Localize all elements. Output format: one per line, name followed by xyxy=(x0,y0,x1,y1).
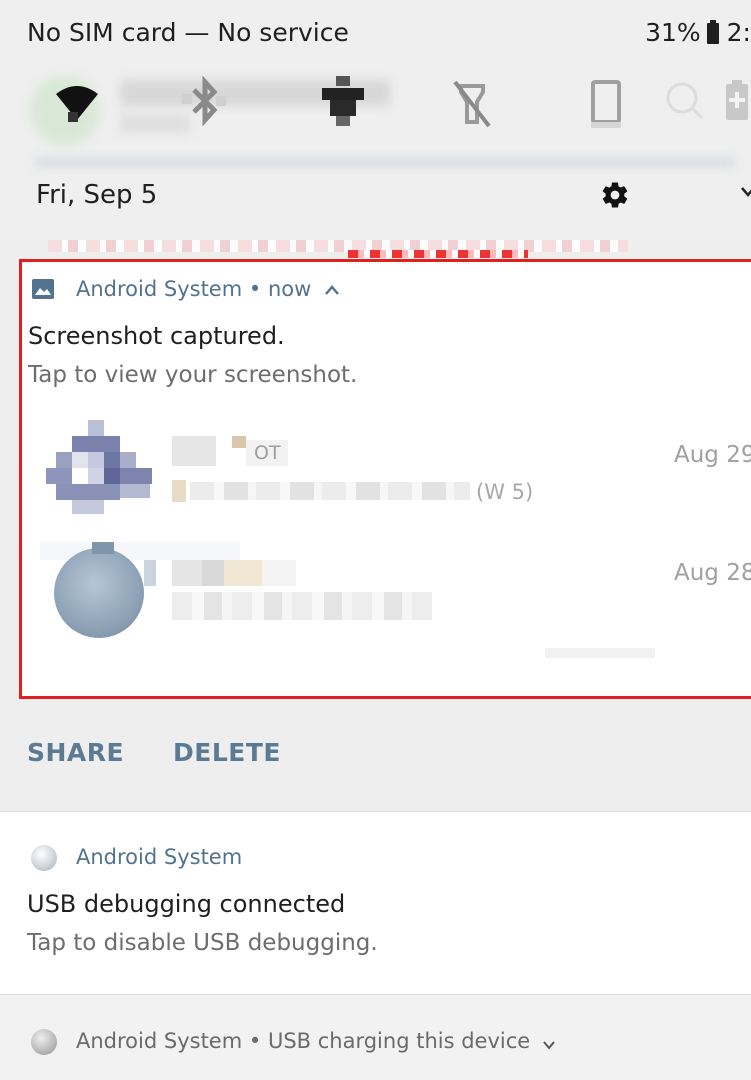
header-separator: • xyxy=(248,277,262,301)
usb-charging-separator: • xyxy=(248,1029,262,1053)
bluetooth-icon xyxy=(182,75,226,127)
chevron-up-icon xyxy=(325,285,339,295)
status-clock: 2: xyxy=(726,18,751,47)
usb-debugging-text: Tap to disable USB debugging. xyxy=(27,930,378,956)
screenshot-preview[interactable]: OT (W 5) Aug 29 Aug 28 xyxy=(40,410,751,680)
obscured-content xyxy=(25,70,745,170)
notification-time: now xyxy=(267,277,312,301)
notification-text: Tap to view your screenshot. xyxy=(28,362,358,388)
date-label: Fri, Sep 5 xyxy=(36,180,158,210)
notification-header: Android System • now xyxy=(76,277,311,301)
battery-saver-tile[interactable] xyxy=(718,72,751,132)
obscured-content-strip xyxy=(48,236,628,260)
wifi-tile[interactable] xyxy=(52,72,102,132)
android-system-icon xyxy=(31,845,57,871)
bluetooth-tile[interactable] xyxy=(180,72,230,132)
usb-debugging-app-name: Android System xyxy=(76,845,243,869)
battery-icon xyxy=(706,20,719,44)
search-icon xyxy=(666,82,704,120)
flashlight-tile[interactable] xyxy=(447,72,497,132)
auto-rotate-icon xyxy=(591,80,621,128)
delete-button[interactable]: DELETE xyxy=(173,738,281,767)
flashlight-icon xyxy=(453,80,491,128)
usb-debugging-title: USB debugging connected xyxy=(27,890,346,918)
dnd-icon xyxy=(322,76,364,126)
status-bar-carrier: No SIM card — No service xyxy=(27,18,349,47)
preview-row-1-tag: OT xyxy=(254,442,281,464)
preview-row-1-snippet: (W 5) xyxy=(476,480,534,504)
wifi-icon xyxy=(56,86,98,122)
gear-icon xyxy=(602,182,628,208)
battery-percent: 31% xyxy=(645,18,701,47)
expand-chevron-button[interactable] xyxy=(542,1036,556,1050)
preview-row-2-date: Aug 28 xyxy=(674,560,751,586)
dnd-tile[interactable] xyxy=(318,72,368,132)
usb-charging-header: Android System • USB charging this devic… xyxy=(76,1029,530,1053)
image-icon xyxy=(31,277,55,301)
settings-gear-button[interactable] xyxy=(600,180,630,210)
chevron-down-icon xyxy=(741,187,751,197)
share-button[interactable]: SHARE xyxy=(27,738,124,767)
collapse-chevron-button[interactable] xyxy=(324,282,340,296)
android-system-icon xyxy=(31,1029,57,1055)
chevron-down-icon xyxy=(543,1041,555,1050)
auto-rotate-tile[interactable] xyxy=(582,72,632,132)
battery-saver-icon xyxy=(726,80,748,120)
usb-charging-summary: USB charging this device xyxy=(267,1029,531,1053)
notification-title: Screenshot captured. xyxy=(28,322,285,350)
search-tile[interactable] xyxy=(660,72,710,132)
expand-chevron-button[interactable] xyxy=(740,182,751,202)
app-name: Android System xyxy=(76,277,243,301)
preview-row-1-date: Aug 29 xyxy=(674,442,751,468)
usb-charging-app-name: Android System xyxy=(76,1029,243,1053)
status-bar-right: 31% 2: xyxy=(645,18,751,47)
